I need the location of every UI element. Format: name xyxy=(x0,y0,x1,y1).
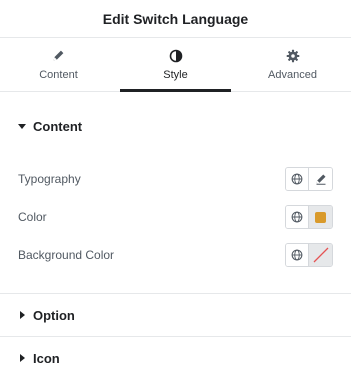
tab-advanced[interactable]: Advanced xyxy=(234,38,351,91)
icon-section-title: Icon xyxy=(33,350,60,366)
tab-content-label: Content xyxy=(39,68,78,81)
color-swatch xyxy=(315,211,326,223)
background-color-label: Background Color xyxy=(18,248,115,262)
panel-title: Edit Switch Language xyxy=(102,10,249,27)
typography-controls xyxy=(285,167,333,191)
color-controls xyxy=(285,205,333,229)
caret-down-icon xyxy=(18,122,26,130)
globe-icon[interactable] xyxy=(286,244,309,266)
no-color-slash-icon xyxy=(313,247,328,263)
background-color-control: Background Color xyxy=(18,236,333,274)
content-section-header[interactable]: Content xyxy=(18,92,333,160)
tab-advanced-label: Advanced xyxy=(268,68,317,81)
editor-panel: Edit Switch Language Content Style Advan… xyxy=(0,0,351,377)
globe-icon[interactable] xyxy=(286,206,309,228)
option-section-title: Option xyxy=(33,307,75,323)
icon-section-header[interactable]: Icon xyxy=(0,336,351,377)
content-section-title: Content xyxy=(33,118,83,134)
color-swatch-button[interactable] xyxy=(309,206,332,228)
tab-style[interactable]: Style xyxy=(117,38,234,92)
content-section: Content Typography Color Background Colo… xyxy=(0,92,351,274)
edit-typography-pencil-icon[interactable] xyxy=(309,168,332,190)
background-color-swatch-button[interactable] xyxy=(309,244,332,266)
color-control: Color xyxy=(18,198,333,236)
pencil-icon xyxy=(52,49,66,63)
background-color-controls xyxy=(285,243,333,267)
color-label: Color xyxy=(18,210,47,224)
typography-control: Typography xyxy=(18,160,333,198)
caret-right-icon xyxy=(18,354,26,362)
caret-right-icon xyxy=(18,311,26,319)
globe-icon[interactable] xyxy=(286,168,309,190)
tab-content[interactable]: Content xyxy=(0,38,117,91)
option-section-header[interactable]: Option xyxy=(0,293,351,336)
panel-header: Edit Switch Language xyxy=(0,0,351,38)
contrast-icon xyxy=(169,49,183,63)
tab-style-label: Style xyxy=(163,68,188,81)
typography-label: Typography xyxy=(18,172,81,186)
gear-icon xyxy=(286,49,300,63)
panel-tabs: Content Style Advanced xyxy=(0,38,351,92)
